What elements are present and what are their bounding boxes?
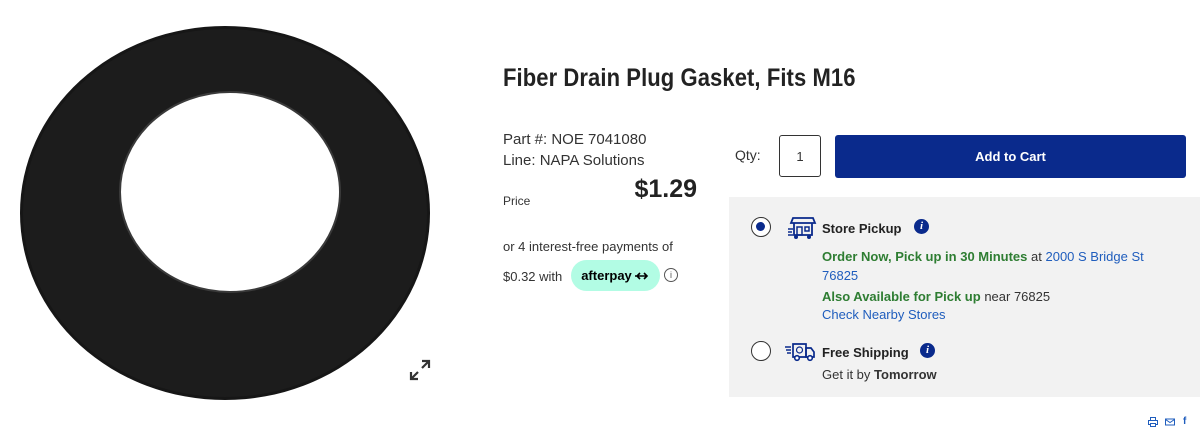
price-label: Price [503, 194, 531, 208]
afterpay-amount: $0.32 with [503, 269, 563, 284]
also-available-text: Also Available for Pick up [822, 289, 981, 304]
free-shipping-info-icon[interactable]: i [920, 343, 935, 358]
delivery-estimate: Get it by Tomorrow [822, 367, 937, 382]
product-image [20, 26, 430, 400]
part-number: Part #: NOE 7041080 [503, 131, 647, 148]
store-address-link[interactable]: 2000 S Bridge St [1045, 249, 1143, 264]
expand-icon[interactable] [408, 358, 432, 382]
check-nearby-stores-link[interactable]: Check Nearby Stores [822, 307, 946, 322]
qty-label: Qty: [735, 147, 761, 163]
facebook-icon[interactable]: f [1183, 417, 1186, 427]
price-value: $1.29 [634, 175, 697, 203]
delivery-day: Tomorrow [874, 367, 937, 382]
mail-icon[interactable] [1165, 417, 1175, 427]
pickup-time-line: Order Now, Pick up in 30 Minutes at 2000… [822, 249, 1144, 264]
store-pickup-radio[interactable] [751, 217, 771, 237]
qty-input[interactable] [779, 135, 821, 177]
info-icon[interactable]: i [664, 268, 678, 282]
product-line: Line: NAPA Solutions [503, 152, 645, 169]
free-shipping-title: Free Shipping [822, 345, 909, 360]
product-title: Fiber Drain Plug Gasket, Fits M16 [503, 64, 856, 92]
at-text: at [1027, 249, 1046, 264]
afterpay-arrows-icon [634, 271, 648, 280]
afterpay-badge[interactable]: afterpay [571, 260, 660, 291]
store-icon [788, 217, 817, 239]
free-shipping-radio[interactable] [751, 341, 771, 361]
store-pickup-title: Store Pickup [822, 221, 902, 236]
store-zip-link[interactable]: 76825 [822, 268, 858, 283]
get-it-by-text: Get it by [822, 367, 875, 382]
afterpay-logo-text: afterpay [581, 268, 632, 283]
also-available-line: Also Available for Pick up near 76825 [822, 289, 1050, 304]
near-zip-text: near 76825 [980, 289, 1051, 304]
store-pickup-info-icon[interactable]: i [914, 219, 929, 234]
shipping-truck-icon [785, 343, 815, 362]
order-now-text: Order Now, Pick up in 30 Minutes [822, 249, 1028, 264]
afterpay-text: or 4 interest-free payments of [503, 239, 673, 254]
print-icon[interactable] [1148, 417, 1158, 427]
add-to-cart-button[interactable]: Add to Cart [835, 135, 1186, 178]
